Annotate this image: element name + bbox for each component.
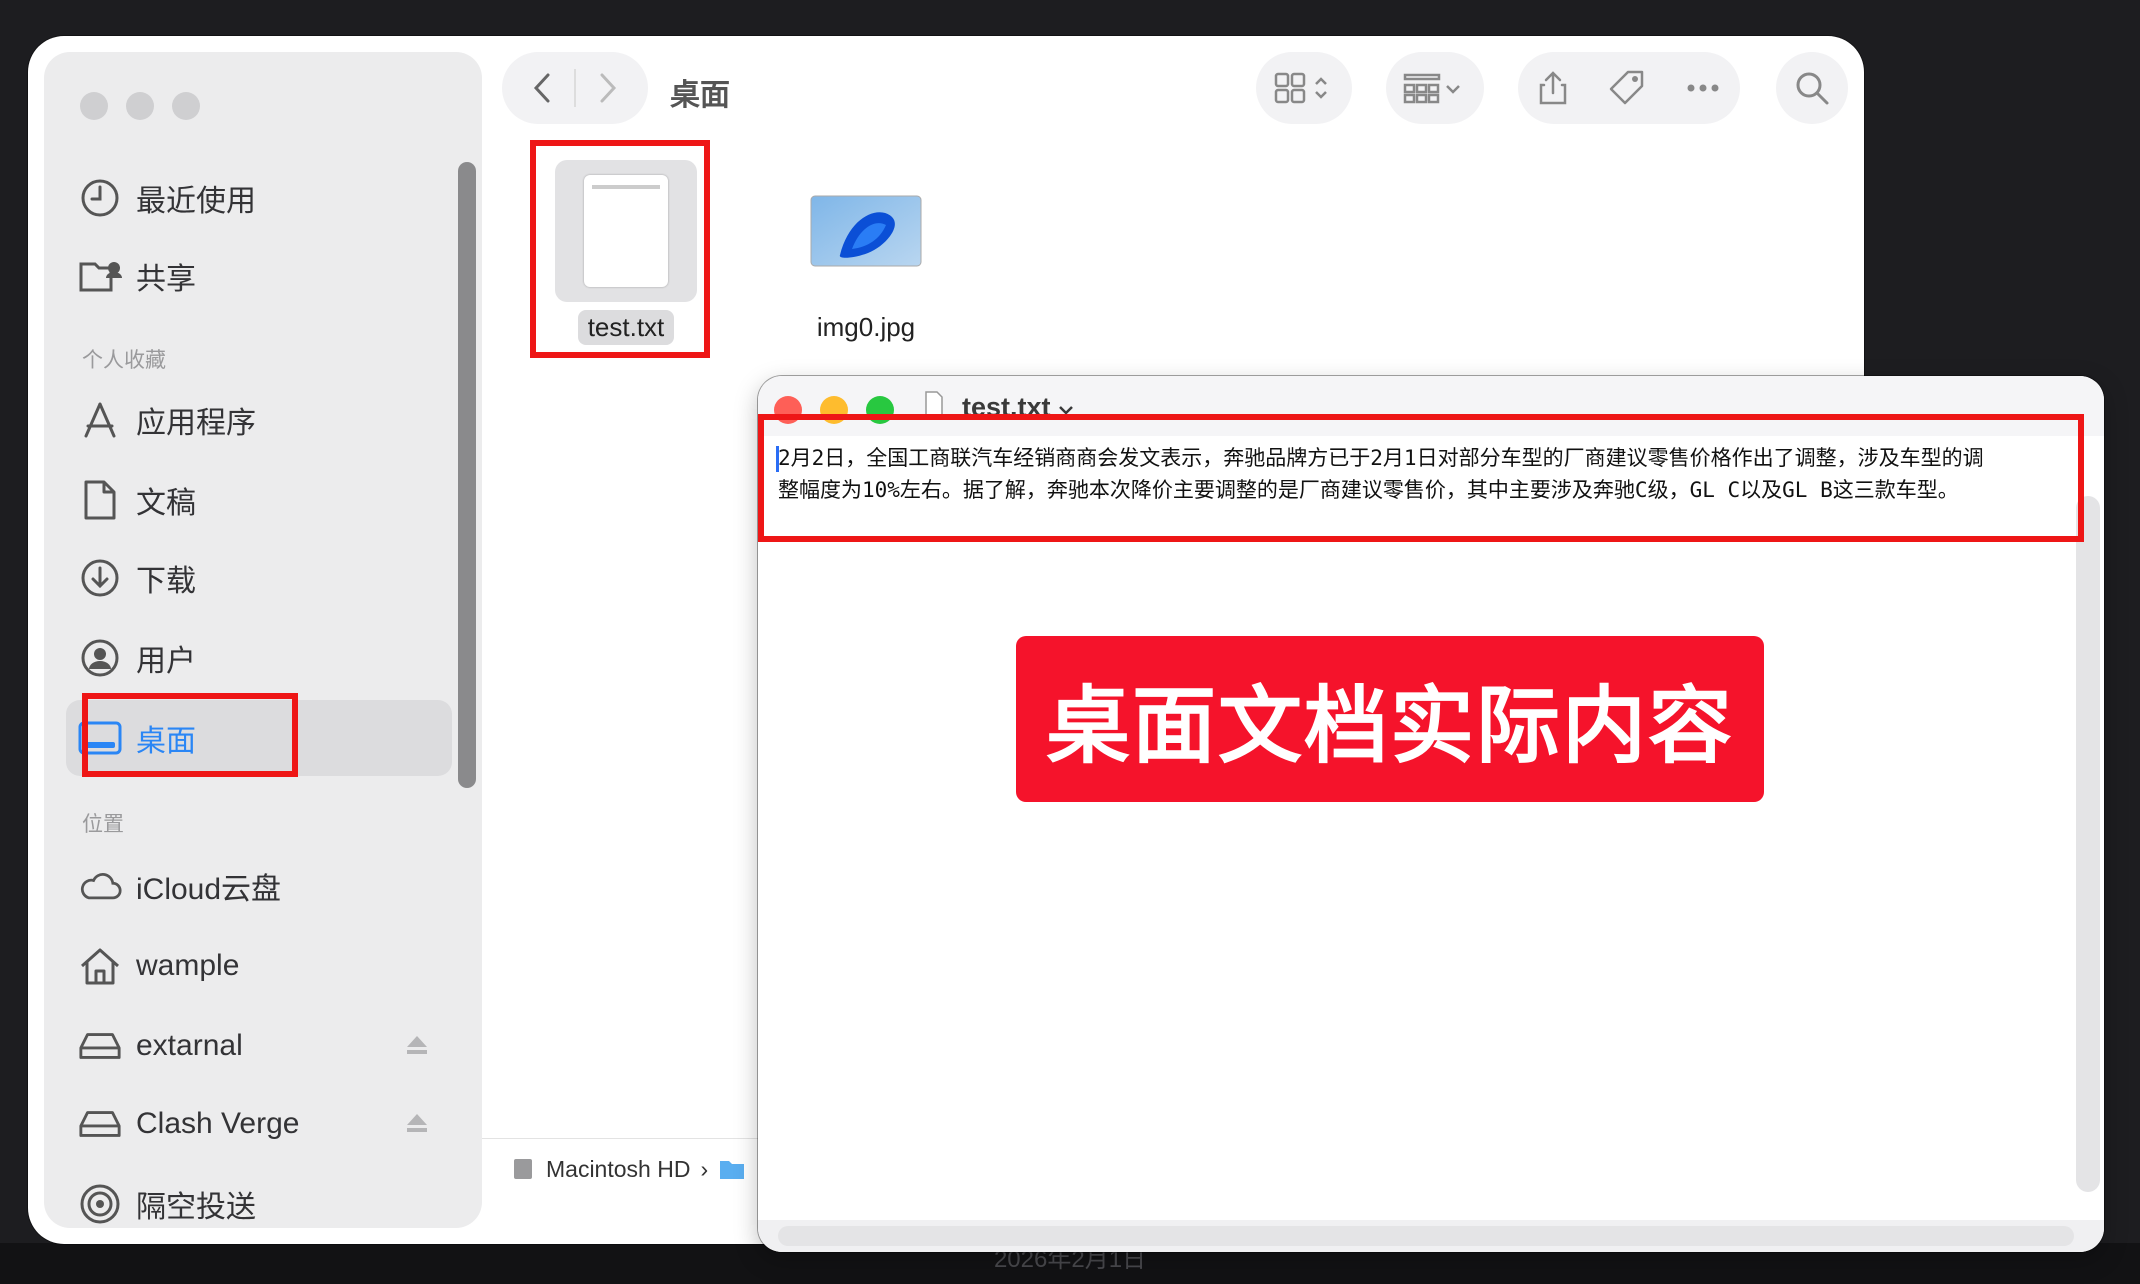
close-button[interactable] (774, 396, 802, 424)
file-thumbnail (795, 160, 937, 302)
textedit-title-label: test.txt (962, 392, 1051, 422)
document-icon (78, 478, 122, 522)
sidebar-item-shared[interactable]: 共享 (66, 238, 452, 314)
download-icon (78, 556, 122, 600)
user-icon (78, 636, 122, 680)
sidebar-item-documents[interactable]: 文稿 (66, 462, 452, 538)
zoom-button[interactable] (866, 396, 894, 424)
group-icon (1403, 73, 1460, 104)
action-buttons (1518, 52, 1740, 124)
drive-icon (78, 1024, 122, 1068)
search-button[interactable] (1776, 52, 1848, 124)
sidebar-item-label: Clash Verge (136, 1107, 300, 1140)
sidebar-item-label: 最近使用 (136, 185, 256, 218)
sidebar-item-label: 文稿 (136, 487, 196, 520)
drive-icon (78, 1102, 122, 1146)
sidebar-item-recents[interactable]: 最近使用 (66, 160, 452, 236)
file-img0-jpg[interactable]: img0.jpg (784, 160, 948, 345)
sidebar: 最近使用 共享 个人收藏 应用程序 文稿 下载 用户 桌面 位置 iCloud云… (44, 52, 482, 1228)
file-thumbnail (555, 160, 697, 302)
tag-icon[interactable] (1608, 69, 1646, 107)
desktop-icon (78, 716, 122, 760)
horizontal-scrollbar[interactable] (778, 1226, 2074, 1246)
more-icon[interactable] (1686, 83, 1720, 93)
sidebar-item-icloud[interactable]: iCloud云盘 (66, 848, 452, 924)
textedit-titlebar: test.txt (758, 376, 2104, 436)
file-name: test.txt (577, 310, 675, 345)
sidebar-item-label: wample (136, 949, 240, 982)
applications-icon (78, 398, 122, 442)
sidebar-item-label: 下载 (136, 565, 196, 598)
file-test-txt[interactable]: test.txt (544, 160, 708, 345)
forward-icon[interactable] (596, 71, 620, 105)
sidebar-scrollbar[interactable] (458, 162, 476, 788)
disk-icon (514, 1159, 532, 1179)
view-mode-button[interactable] (1256, 52, 1352, 124)
sidebar-item-label: extarnal (136, 1029, 243, 1062)
airdrop-icon (78, 1182, 122, 1226)
desktop-folder-icon[interactable] (718, 1157, 746, 1181)
image-file-icon (810, 195, 922, 267)
home-icon (78, 944, 122, 988)
clock-icon (78, 176, 122, 220)
minimize-button[interactable] (126, 92, 154, 120)
window-controls (80, 92, 200, 120)
text-file-icon (925, 391, 943, 417)
minimize-button[interactable] (820, 396, 848, 424)
sidebar-item-home[interactable]: wample (66, 928, 452, 1004)
sidebar-item-downloads[interactable]: 下载 (66, 540, 452, 616)
back-icon[interactable] (530, 71, 554, 105)
vertical-scrollbar[interactable] (2076, 496, 2100, 1192)
text-cursor (776, 446, 779, 472)
window-title: 桌面 (670, 79, 730, 112)
shared-folder-icon (78, 254, 122, 298)
sidebar-item-desktop[interactable]: 桌面 (66, 700, 452, 776)
text-document-icon (584, 175, 668, 287)
sidebar-item-applications[interactable]: 应用程序 (66, 382, 452, 458)
grid-view-icon (1274, 72, 1327, 104)
window-controls (774, 396, 894, 424)
search-icon (1796, 72, 1829, 105)
annotation-banner: 桌面文档实际内容 (1016, 636, 1764, 802)
sidebar-item-label: 应用程序 (136, 407, 256, 440)
document-line: 2月2日，全国工商联汽车经销商商会发文表示，奔驰品牌方已于2月1日对部分车型的厂… (778, 446, 1984, 470)
sidebar-item-clash-verge[interactable]: Clash Verge (66, 1086, 452, 1162)
textedit-title[interactable]: test.txt (962, 392, 1074, 423)
chevron-down-icon (1059, 406, 1073, 415)
cloud-icon (78, 864, 122, 908)
sidebar-item-user[interactable]: 用户 (66, 620, 452, 696)
sidebar-item-label: 桌面 (136, 725, 196, 758)
file-name: img0.jpg (816, 312, 916, 342)
eject-icon[interactable] (404, 1110, 430, 1136)
sidebar-item-label: 隔空投送 (136, 1191, 256, 1224)
path-disk[interactable]: Macintosh HD (546, 1156, 690, 1183)
group-button[interactable] (1386, 52, 1484, 124)
path-separator: › (700, 1155, 709, 1182)
sidebar-item-label: 用户 (136, 645, 196, 678)
favorites-header: 个人收藏 (82, 349, 166, 372)
eject-icon[interactable] (404, 1032, 430, 1058)
textedit-window: test.txt 2月2日，全国工商联汽车经销商商会发文表示，奔驰品牌方已于2月… (758, 376, 2104, 1252)
sidebar-item-extarnal[interactable]: extarnal (66, 1008, 452, 1084)
locations-header: 位置 (82, 813, 124, 836)
document-line: 整幅度为10%左右。据了解，奔驰本次降价主要调整的是厂商建议零售价，其中主要涉及… (778, 478, 1959, 502)
sidebar-item-airdrop[interactable]: 隔空投送 (66, 1166, 452, 1228)
sidebar-item-label: iCloud云盘 (136, 873, 282, 906)
share-icon[interactable] (1538, 70, 1568, 106)
zoom-button[interactable] (172, 92, 200, 120)
document-body[interactable]: 2月2日，全国工商联汽车经销商商会发文表示，奔驰品牌方已于2月1日对部分车型的厂… (778, 442, 2074, 506)
close-button[interactable] (80, 92, 108, 120)
sidebar-item-label: 共享 (136, 263, 196, 296)
nav-buttons (502, 52, 648, 124)
